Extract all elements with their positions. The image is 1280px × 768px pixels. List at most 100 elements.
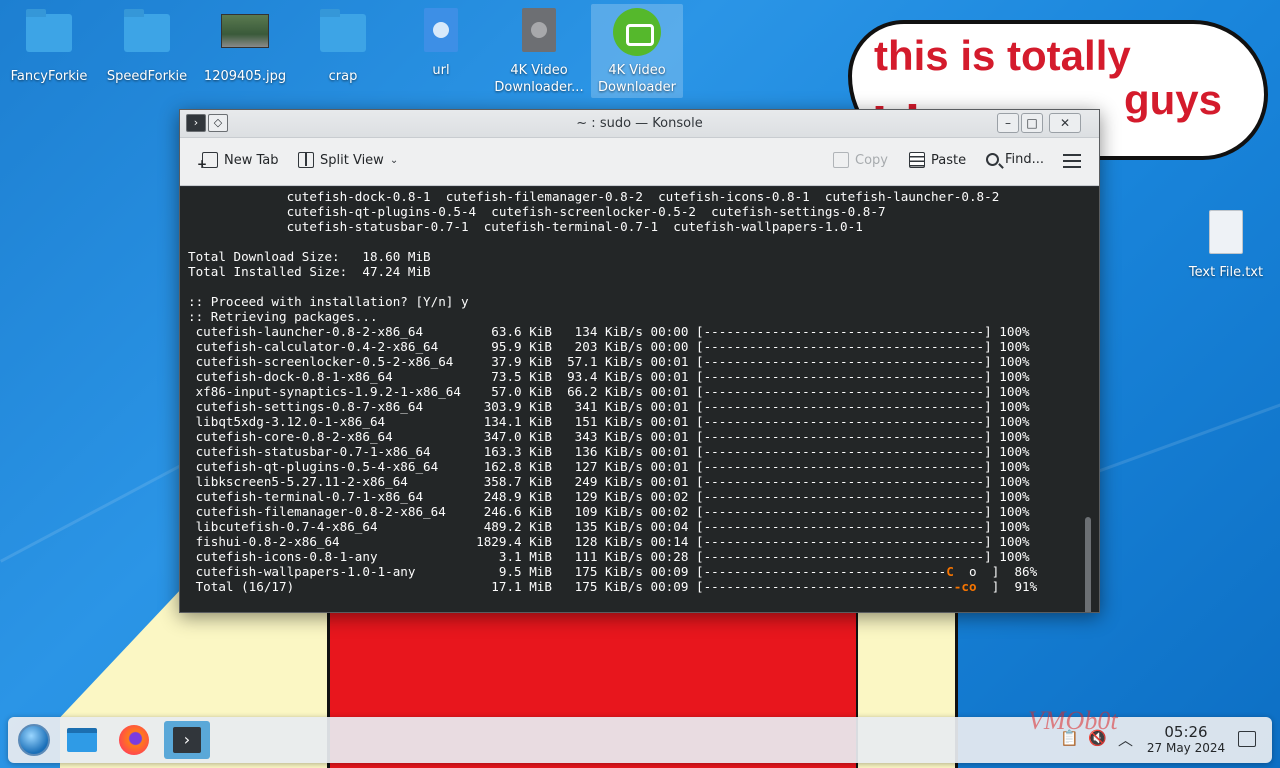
desktop-icon-label: Text File.txt xyxy=(1188,265,1264,280)
clock-time: 05:26 xyxy=(1164,723,1208,741)
close-button[interactable]: ✕ xyxy=(1049,113,1081,133)
find-button[interactable]: Find... xyxy=(986,152,1044,167)
terminal-line: cutefish-qt-plugins-0.5-4 cutefish-scree… xyxy=(188,204,886,219)
desktop-icon-4k-video-downloader[interactable]: 4K Video Downloader xyxy=(591,8,683,96)
terminal-line: cutefish-screenlocker-0.5-2-x86_64 37.9 … xyxy=(188,354,1030,369)
terminal-line: :: Retrieving packages... xyxy=(188,309,378,324)
desktop-icon-label: crap xyxy=(328,69,358,84)
desktop-icon-crap[interactable]: crap xyxy=(297,8,389,85)
desktop-icon-label: 4K Video Downloader... xyxy=(494,63,584,95)
file-manager-icon xyxy=(67,728,97,752)
terminal-line: :: Proceed with installation? [Y/n] y xyxy=(188,294,469,309)
pacman-progress-icon: C xyxy=(946,564,954,579)
image-icon xyxy=(221,14,269,48)
clock[interactable]: 05:26 27 May 2024 xyxy=(1146,723,1226,755)
terminal-line: cutefish-terminal-0.7-1-x86_64 248.9 KiB… xyxy=(188,489,1030,504)
terminal-output[interactable]: cutefish-dock-0.8-1 cutefish-filemanager… xyxy=(180,187,1099,612)
bubble-text-line1: this is totally xyxy=(874,32,1131,79)
folder-icon xyxy=(320,9,366,52)
split-view-label: Split View xyxy=(320,152,384,168)
show-desktop-icon[interactable] xyxy=(1238,731,1256,747)
search-icon xyxy=(986,153,999,166)
new-tab-icon xyxy=(197,152,218,171)
minimize-button[interactable]: – xyxy=(997,113,1019,133)
start-orb-icon xyxy=(18,724,50,756)
taskbar-file-manager[interactable] xyxy=(62,721,102,759)
progress-line-prefix: cutefish-wallpapers-1.0-1-any 9.5 MiB 17… xyxy=(188,564,947,579)
desktop-icon-label: 4K Video Downloader xyxy=(598,63,676,95)
maximize-button[interactable]: □ xyxy=(1021,113,1043,133)
terminal-line: cutefish-qt-plugins-0.5-4-x86_64 162.8 K… xyxy=(188,459,1030,474)
pacman-progress-icon: -co xyxy=(953,579,977,594)
chevron-up-icon[interactable]: ︿ xyxy=(1118,729,1133,750)
taskbar-konsole[interactable]: › xyxy=(164,721,210,759)
terminal-line: cutefish-filemanager-0.8-2-x86_64 246.6 … xyxy=(188,504,1030,519)
terminal-line: Total Download Size: 18.60 MiB xyxy=(188,249,431,264)
hamburger-menu-icon[interactable] xyxy=(1063,154,1081,168)
terminal-line: cutefish-settings-0.8-7-x86_64 303.9 KiB… xyxy=(188,399,1030,414)
bubble-text-line2: guys xyxy=(1124,76,1223,123)
desktop-icon-speedforkie[interactable]: SpeedForkie xyxy=(101,8,193,85)
desktop-icon-4k-video-downloader-shortcut[interactable]: 4K Video Downloader... xyxy=(493,8,585,96)
folder-icon xyxy=(26,9,72,52)
terminal-line: Total Installed Size: 47.24 MiB xyxy=(188,264,431,279)
text-file-icon xyxy=(1209,210,1243,254)
terminal-line: xf86-input-synaptics-1.9.2-1-x86_64 57.0… xyxy=(188,384,1030,399)
terminal-line: cutefish-statusbar-0.7-1-x86_64 163.3 Ki… xyxy=(188,444,1030,459)
terminal-line: fishui-0.8-2-x86_64 1829.4 KiB 128 KiB/s… xyxy=(188,534,1030,549)
terminal-line: libqt5xdg-3.12.0-1-x86_64 134.1 KiB 151 … xyxy=(188,414,1030,429)
desktop-icon-url[interactable]: url xyxy=(395,8,487,79)
paste-button[interactable]: Paste xyxy=(909,152,966,168)
shortcut-file-icon xyxy=(522,8,556,52)
terminal-line: cutefish-icons-0.8-1-any 3.1 MiB 111 KiB… xyxy=(188,549,1030,564)
clock-date: 27 May 2024 xyxy=(1146,741,1226,755)
terminal-line: cutefish-launcher-0.8-2-x86_64 63.6 KiB … xyxy=(188,324,1030,339)
terminal-progress-line: Total (16/17) 17.1 MiB 175 KiB/s 00:09 [… xyxy=(188,579,1099,594)
konsole-window[interactable]: › ◇ ~ : sudo — Konsole – □ ✕ New Tab Spl… xyxy=(179,109,1100,613)
split-view-button[interactable]: Split View ⌄ xyxy=(298,152,398,168)
terminal-line: cutefish-core-0.8-2-x86_64 347.0 KiB 343… xyxy=(188,429,1030,444)
desktop-icon-1209405-jpg[interactable]: 1209405.jpg xyxy=(199,8,291,85)
link-file-icon xyxy=(424,8,458,52)
find-label: Find... xyxy=(1005,152,1045,167)
copy-label: Copy xyxy=(855,152,888,168)
terminal-icon: › xyxy=(173,727,201,753)
terminal-line: cutefish-dock-0.8-1 cutefish-filemanager… xyxy=(188,189,1000,204)
window-title: ~ : sudo — Konsole xyxy=(576,116,703,131)
firefox-icon xyxy=(119,725,149,755)
watermark: VMOb0t xyxy=(1028,706,1118,735)
desktop-icon-label: 1209405.jpg xyxy=(203,69,287,84)
desktop-icon-text-file[interactable]: Text File.txt xyxy=(1186,210,1266,281)
desktop-icon-label: FancyForkie xyxy=(10,69,88,84)
copy-button[interactable]: Copy xyxy=(833,152,888,168)
terminal-scrollbar[interactable] xyxy=(1085,517,1091,612)
paste-icon xyxy=(909,152,925,168)
terminal-line: cutefish-dock-0.8-1-x86_64 73.5 KiB 93.4… xyxy=(188,369,1030,384)
window-titlebar[interactable]: › ◇ ~ : sudo — Konsole – □ ✕ xyxy=(180,110,1099,138)
new-tab-button[interactable]: New Tab xyxy=(197,152,279,171)
start-menu-button[interactable] xyxy=(14,721,54,759)
progress-line-suffix: ] 91% xyxy=(976,579,1038,594)
chevron-down-icon: ⌄ xyxy=(389,154,399,166)
konsole-toolbar: New Tab Split View ⌄ Copy Paste Find... xyxy=(180,138,1099,186)
terminal-lines: cutefish-dock-0.8-1 cutefish-filemanager… xyxy=(188,189,1099,594)
progress-line-suffix: o ] 86% xyxy=(953,564,1038,579)
terminal-line: libkscreen5-5.27.11-2-x86_64 358.7 KiB 2… xyxy=(188,474,1030,489)
taskbar-firefox[interactable] xyxy=(114,721,154,759)
terminal-line: cutefish-statusbar-0.7-1 cutefish-termin… xyxy=(188,219,863,234)
split-view-icon xyxy=(298,152,314,168)
4k-video-downloader-icon xyxy=(613,8,661,56)
folder-icon xyxy=(124,9,170,52)
progress-line-prefix: Total (16/17) 17.1 MiB 175 KiB/s 00:09 [… xyxy=(188,579,954,594)
desktop-icon-fancyforkie[interactable]: FancyForkie xyxy=(3,8,95,85)
terminal-line: cutefish-calculator-0.4-2-x86_64 95.9 Ki… xyxy=(188,339,1030,354)
paste-label: Paste xyxy=(931,152,967,168)
terminal-progress-line: cutefish-wallpapers-1.0-1-any 9.5 MiB 17… xyxy=(188,564,1099,579)
desktop-icon-label: SpeedForkie xyxy=(106,69,188,84)
new-tab-label: New Tab xyxy=(224,152,279,168)
copy-icon xyxy=(833,152,849,168)
terminal-line: libcutefish-0.7-4-x86_64 489.2 KiB 135 K… xyxy=(188,519,1030,534)
desktop-icon-label: url xyxy=(432,63,450,78)
